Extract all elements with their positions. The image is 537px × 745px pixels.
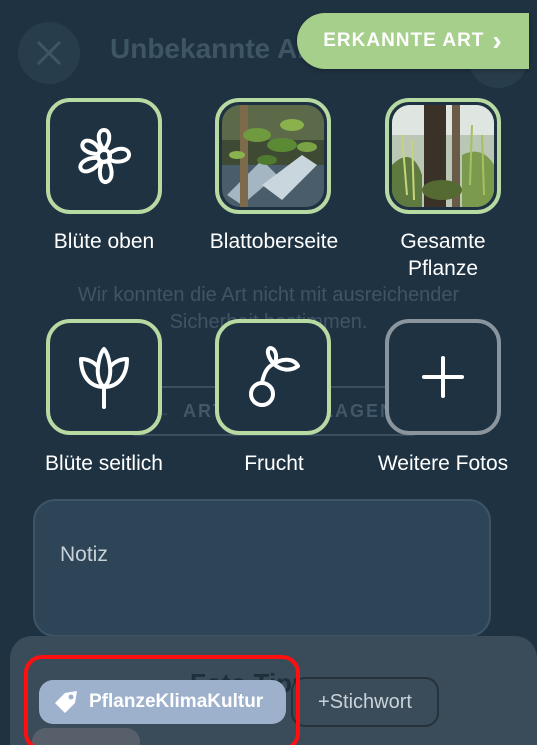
page-title: Unbekannte Art	[110, 33, 318, 64]
add-tag-label: +Stichwort	[318, 690, 412, 713]
tile-flower-top[interactable]	[46, 98, 162, 214]
recognized-species-button[interactable]: ERKANNTE ART ›	[297, 13, 529, 69]
plant-photo	[392, 105, 494, 207]
recognized-species-label: ERKANNTE ART	[323, 30, 485, 51]
tile-flower-side[interactable]	[46, 319, 162, 435]
flower-icon	[78, 128, 131, 184]
tile-label-whole-plant: Gesamte Pflanze	[400, 230, 486, 280]
note-field[interactable]: Notiz	[33, 499, 491, 637]
highlight-box	[24, 655, 300, 745]
app-screen: Unbekannte Art Wir konnten die Art nicht…	[0, 0, 537, 745]
chevron-right-icon: ›	[492, 25, 503, 56]
close-button[interactable]	[18, 22, 80, 84]
tile-whole-plant[interactable]	[385, 98, 501, 214]
tile-label-fruit: Frucht	[244, 452, 304, 475]
tile-more-photos[interactable]	[385, 319, 501, 435]
note-placeholder: Notiz	[60, 543, 108, 566]
tile-label-leaf-top: Blattoberseite	[209, 230, 339, 253]
tile-label-flower-top: Blüte oben	[53, 230, 155, 253]
leaf-photo	[222, 105, 324, 207]
plus-icon	[422, 356, 464, 398]
fruit-icon	[249, 346, 300, 407]
tile-label-flower-side: Blüte seitlich	[45, 452, 163, 475]
tile-label-more-photos: Weitere Fotos	[377, 452, 509, 475]
close-icon	[36, 40, 62, 66]
tulip-icon	[79, 347, 129, 409]
tile-leaf-top[interactable]	[215, 98, 331, 214]
tile-fruit[interactable]	[215, 319, 331, 435]
add-tag-button[interactable]: +Stichwort	[291, 677, 439, 727]
